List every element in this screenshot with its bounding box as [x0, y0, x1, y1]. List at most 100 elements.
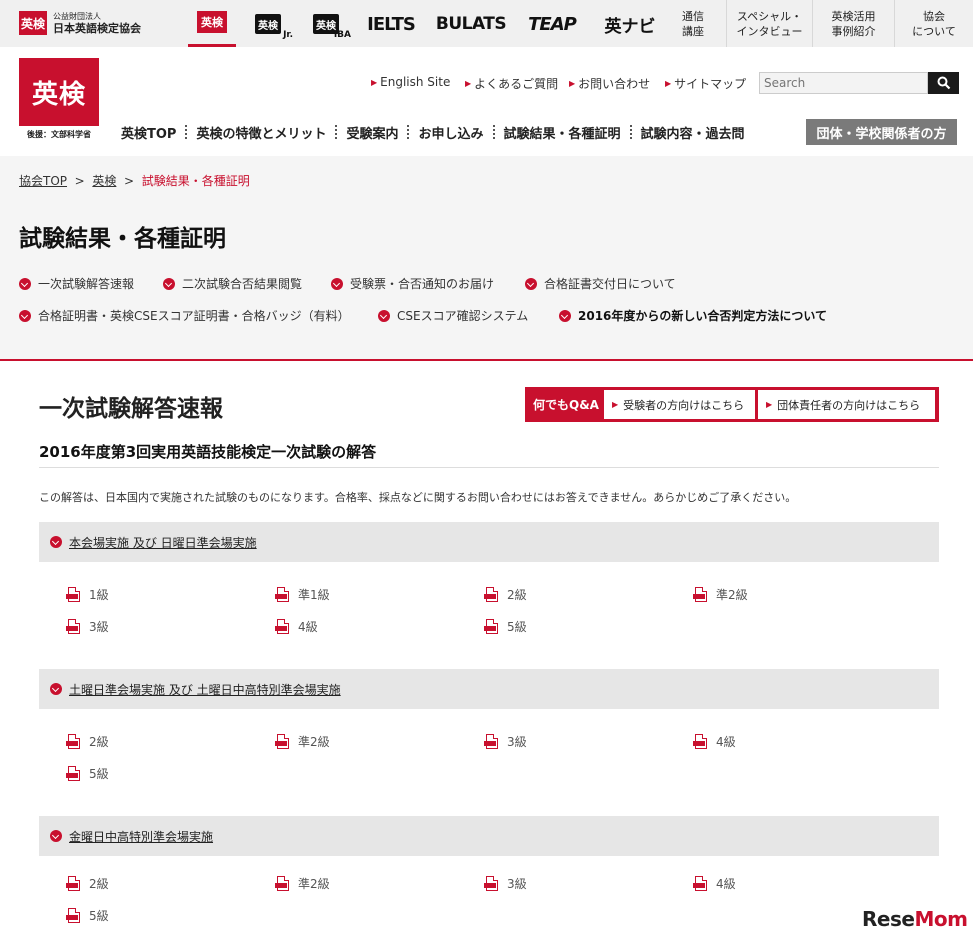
accordion-header-friday[interactable]: 金曜日中高特別準会場実施 [39, 816, 939, 856]
pdf-link-label: 4級 [716, 877, 736, 891]
anchor-link-certificates[interactable]: 合格証明書・英検CSEスコア証明書・合格バッジ（有料） [19, 307, 350, 324]
pdf-link-label: 準2級 [716, 588, 748, 602]
anchor-link-new-method[interactable]: 2016年度からの新しい合否判定方法について [559, 307, 827, 324]
anchor-link-certificate-date[interactable]: 合格証書交付日について [525, 275, 676, 292]
nav-application[interactable]: お申し込み [409, 123, 492, 142]
triangle-right-icon: ▶ [569, 79, 576, 88]
search-icon [937, 76, 950, 90]
accordion-header-main-venue[interactable]: 本会場実施 及び 日曜日準会場実施 [39, 522, 939, 562]
search-button[interactable] [928, 72, 959, 94]
qa-organization-button[interactable]: ▶ 団体責任者の方向けはこちら [758, 390, 935, 419]
org-name: 日本英語検定協会 [53, 22, 141, 35]
pdf-link-label: 4級 [716, 735, 736, 749]
pdf-link[interactable]: 2級 [484, 586, 527, 603]
brand-bulats[interactable]: BULATS [436, 9, 507, 39]
divider [39, 467, 939, 468]
nav-eiken-top[interactable]: 英検TOP [112, 123, 185, 142]
pdf-link[interactable]: 2級 [66, 875, 109, 892]
qa-box: 何でもQ&A ▶ 受験者の方向けはこちら ▶ 団体責任者の方向けはこちら [525, 387, 939, 422]
brand-teap[interactable]: TEAP [524, 9, 580, 39]
nav-past-exams[interactable]: 試験内容・過去問 [632, 123, 754, 142]
pdf-link-label: 準2級 [298, 877, 330, 891]
accordion-title[interactable]: 金曜日中高特別準会場実施 [69, 828, 213, 845]
chevron-circle-icon [378, 309, 390, 322]
brand-eiken-tab[interactable]: 英検 [188, 0, 236, 47]
brand-ielts[interactable]: IELTS [362, 9, 420, 39]
chevron-circle-icon [19, 309, 31, 322]
chevron-circle-icon [331, 277, 343, 290]
accordion-header-saturday[interactable]: 土曜日準会場実施 及び 土曜日中高特別準会場実施 [39, 669, 939, 709]
pdf-link[interactable]: 準2級 [275, 875, 330, 892]
top-link-case-studies[interactable]: 英検活用 事例紹介 [812, 0, 894, 47]
nav-results[interactable]: 試験結果・各種証明 [495, 123, 630, 142]
qa-examinee-button[interactable]: ▶ 受験者の方向けはこちら [604, 390, 755, 419]
top-link-label: スペシャル・ インタビュー [736, 9, 803, 38]
pdf-icon [275, 876, 289, 891]
pdf-link[interactable]: 5級 [484, 618, 527, 635]
nav-exam-guide[interactable]: 受験案内 [337, 123, 407, 142]
pdf-icon [66, 734, 80, 749]
chevron-circle-icon [50, 683, 62, 695]
accordion-title[interactable]: 本会場実施 及び 日曜日準会場実施 [69, 534, 257, 551]
pdf-link[interactable]: 3級 [484, 733, 527, 750]
pdf-link[interactable]: 準2級 [275, 733, 330, 750]
breadcrumb-separator: > [120, 174, 138, 188]
pdf-link-label: 5級 [507, 620, 527, 634]
anchor-link-cse-score[interactable]: CSEスコア確認システム [378, 307, 528, 324]
nav-organizations[interactable]: 団体・学校関係者の方 [806, 119, 957, 145]
accordion-title[interactable]: 土曜日準会場実施 及び 土曜日中高特別準会場実施 [69, 681, 341, 698]
pdf-icon [693, 734, 707, 749]
pdf-link[interactable]: 準2級 [693, 586, 748, 603]
util-link-label: よくあるご質問 [474, 77, 559, 91]
qa-button-label: 団体責任者の方向けはこちら [777, 398, 921, 412]
pdf-link[interactable]: 5級 [66, 907, 109, 924]
pdf-link[interactable]: 5級 [66, 765, 109, 782]
anchor-link-admission-ticket[interactable]: 受験票・合否通知のお届け [331, 275, 494, 292]
util-link-faq[interactable]: ▶ よくあるご質問 [465, 75, 558, 92]
pdf-icon [66, 587, 80, 602]
pdf-icon [693, 587, 707, 602]
pdf-link[interactable]: 4級 [693, 733, 736, 750]
org-logo[interactable]: 英検 公益財団法人 日本英語検定協会 [19, 11, 141, 35]
anchor-label: 受験票・合否通知のお届け [350, 277, 495, 291]
pdf-link-label: 2級 [89, 735, 109, 749]
top-link-correspondence[interactable]: 通信 講座 [668, 0, 718, 47]
anchor-label: 2016年度からの新しい合否判定方法について [578, 309, 828, 323]
pdf-link[interactable]: 4級 [275, 618, 318, 635]
brand-eiken-jr[interactable]: 英検 Jr. [248, 9, 293, 40]
search-input[interactable] [759, 72, 928, 94]
util-link-contact[interactable]: ▶ お問い合わせ [569, 75, 650, 92]
pdf-icon [66, 766, 80, 781]
chevron-circle-icon [525, 277, 537, 290]
eiken-iba-sub: IBA [333, 30, 351, 40]
disclaimer-note: この解答は、日本国内で実施された試験のものになります。合格率、採点などに関するお… [39, 491, 797, 504]
eiken-main-logo[interactable]: 英検 [19, 58, 99, 126]
top-link-about[interactable]: 協会 について [894, 0, 973, 47]
pdf-link-label: 4級 [298, 620, 318, 634]
nav-features[interactable]: 英検の特徴とメリット [187, 123, 335, 142]
pdf-icon [66, 619, 80, 634]
pdf-link[interactable]: 3級 [484, 875, 527, 892]
anchor-link-second-results[interactable]: 二次試験合否結果閲覧 [163, 275, 302, 292]
qa-label: 何でもQ&A [533, 398, 599, 412]
pdf-link[interactable]: 2級 [66, 733, 109, 750]
pdf-link[interactable]: 4級 [693, 875, 736, 892]
util-link-english[interactable]: ▶ English Site [371, 75, 450, 89]
section-subtitle: 2016年度第3回実用英語技能検定一次試験の解答 [39, 443, 377, 461]
pdf-link[interactable]: 3級 [66, 618, 109, 635]
brand-eiken-navi[interactable]: 英ナビ [600, 9, 660, 39]
pdf-link-label: 準2級 [298, 735, 330, 749]
top-link-interview[interactable]: スペシャル・ インタビュー [726, 0, 812, 47]
top-link-label: 通信 講座 [682, 9, 704, 38]
breadcrumb-eiken[interactable]: 英検 [92, 174, 116, 188]
brand-eiken-iba[interactable]: 英検 IBA [306, 9, 351, 40]
breadcrumb-home[interactable]: 協会TOP [19, 174, 67, 188]
eiken-logo: 英検 [197, 11, 227, 33]
anchor-link-answers[interactable]: 一次試験解答速報 [19, 275, 134, 292]
chevron-circle-icon [163, 277, 175, 290]
util-link-sitemap[interactable]: ▶ サイトマップ [665, 75, 746, 92]
chevron-circle-icon [559, 309, 571, 322]
pdf-link[interactable]: 1級 [66, 586, 109, 603]
util-link-label: サイトマップ [674, 77, 747, 91]
pdf-link[interactable]: 準1級 [275, 586, 330, 603]
